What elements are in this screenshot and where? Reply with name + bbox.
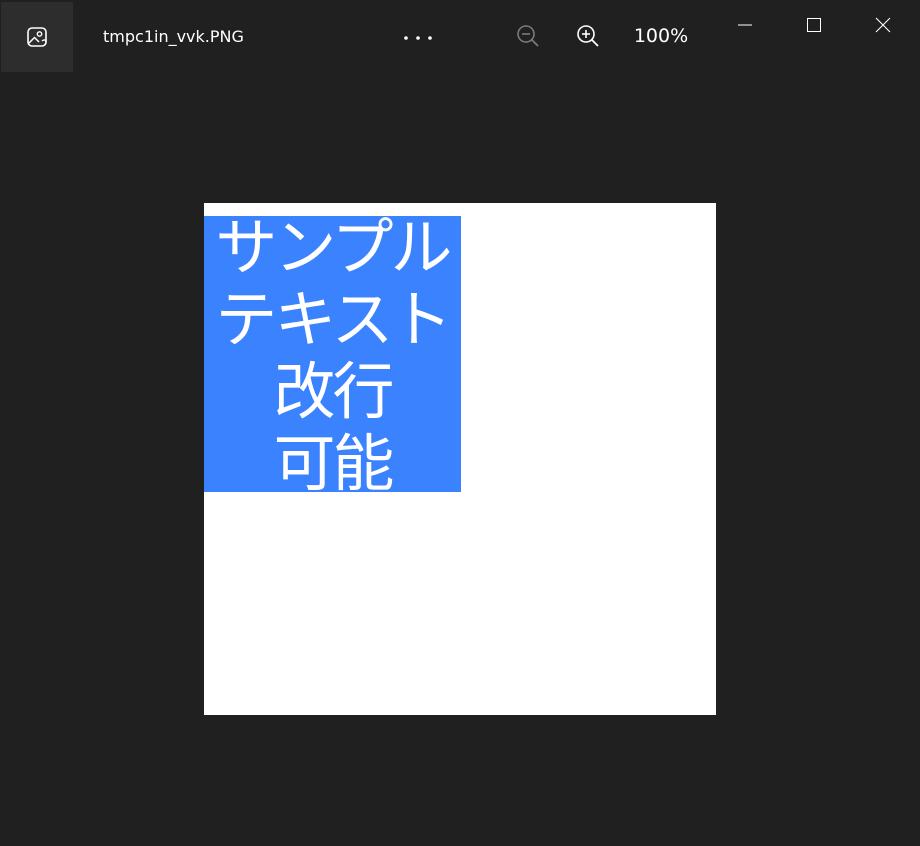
- minimize-button[interactable]: [711, 0, 779, 50]
- maximize-icon: [807, 18, 821, 32]
- maximize-button[interactable]: [780, 0, 848, 50]
- minimize-icon: [738, 24, 752, 26]
- file-name: tmpc1in_vvk.PNG: [103, 27, 244, 46]
- image-viewer-area[interactable]: サンプル テキスト 改行 可能: [0, 72, 920, 846]
- app-icon-button[interactable]: [1, 2, 73, 72]
- zoom-in-icon: [577, 25, 599, 47]
- text-line: 改行: [273, 355, 394, 428]
- more-options-button[interactable]: [396, 22, 440, 54]
- zoom-level-indicator[interactable]: 100%: [622, 25, 700, 47]
- zoom-out-button[interactable]: [508, 18, 548, 54]
- text-line: サンプル: [215, 216, 452, 284]
- text-line: 可能: [273, 427, 394, 493]
- zoom-in-button[interactable]: [568, 18, 608, 54]
- photos-viewer-window: tmpc1in_vvk.PNG 100% サンプル テキスト 改行 可能: [0, 0, 920, 846]
- close-button[interactable]: [849, 0, 917, 50]
- close-icon: [875, 17, 891, 33]
- zoom-out-icon: [517, 25, 539, 47]
- sample-text-box: サンプル テキスト 改行 可能: [204, 216, 461, 492]
- text-line: テキスト: [215, 283, 452, 356]
- displayed-image: サンプル テキスト 改行 可能: [204, 203, 716, 715]
- more-horizontal-icon: [404, 36, 432, 40]
- photos-app-icon: [27, 27, 47, 47]
- title-bar: tmpc1in_vvk.PNG 100%: [0, 0, 920, 72]
